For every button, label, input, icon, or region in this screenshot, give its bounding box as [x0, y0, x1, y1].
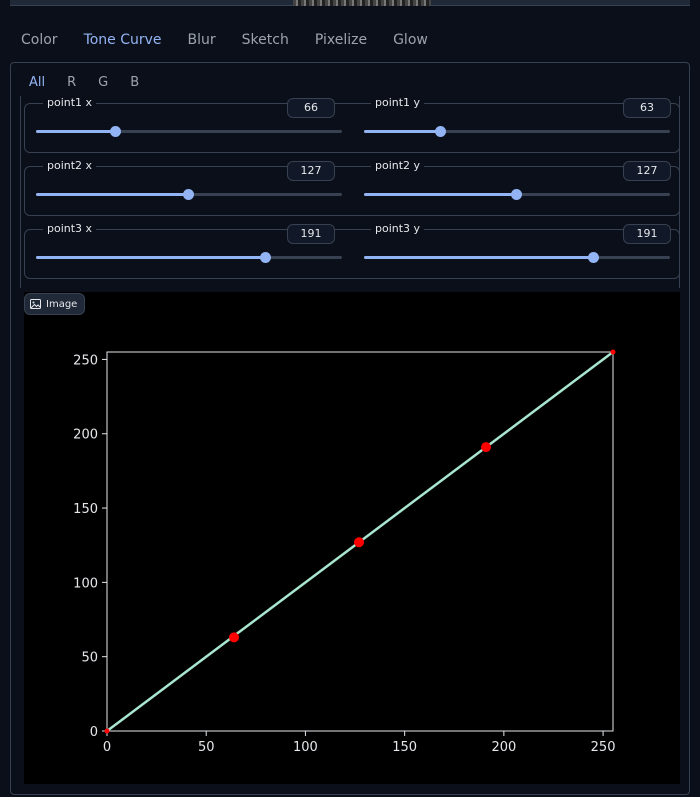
slider-number-input[interactable]: 66 [287, 98, 335, 118]
y-tick-label: 0 [90, 725, 98, 740]
x-tick-label: 100 [293, 740, 318, 755]
y-tick-label: 50 [81, 651, 98, 666]
slider-thumb[interactable] [110, 126, 122, 137]
slider-thumb[interactable] [588, 252, 600, 263]
slider-thumb[interactable] [183, 189, 195, 200]
image-label-badge: Image [24, 293, 86, 315]
slider-label: point1 y [365, 96, 425, 109]
slider-label: point2 y [365, 159, 425, 172]
channel-tab-all[interactable]: All [18, 72, 56, 93]
control-point [481, 442, 492, 453]
slider-track[interactable] [364, 126, 670, 137]
slider-fill [36, 130, 116, 133]
slider-label: point2 x [37, 159, 97, 172]
control-point [354, 537, 365, 548]
x-tick-label: 200 [491, 740, 516, 755]
slider-fill [36, 256, 266, 259]
slider-thumb[interactable] [511, 189, 523, 200]
slider-number-input[interactable]: 191 [287, 224, 335, 244]
slider-fill [364, 130, 440, 133]
slider-label: point1 x [37, 96, 97, 109]
slider-fill [36, 193, 189, 196]
slider-point2-x: point2 x 127 [25, 159, 342, 217]
tab-blur[interactable]: Blur [175, 26, 229, 56]
main-tabs: Color Tone Curve Blur Sketch Pixelize Glow [8, 26, 441, 56]
control-point [104, 728, 110, 734]
slider-number-input[interactable]: 63 [623, 98, 671, 118]
x-tick-label: 150 [392, 740, 417, 755]
tab-sketch[interactable]: Sketch [229, 26, 302, 56]
slider-row-1: point1 x 66 point1 y 63 [24, 96, 680, 154]
channel-tab-g[interactable]: G [87, 72, 119, 93]
tab-tone-curve[interactable]: Tone Curve [71, 26, 175, 56]
slider-track[interactable] [364, 252, 670, 263]
slider-point3-y: point3 y 191 [353, 222, 671, 280]
slider-point1-x: point1 x 66 [25, 96, 342, 154]
slider-thumb[interactable] [260, 252, 272, 263]
slider-point1-y: point1 y 63 [353, 96, 671, 154]
channel-tab-r[interactable]: R [56, 72, 87, 93]
slider-number-input[interactable]: 191 [623, 224, 671, 244]
y-tick-label: 200 [73, 428, 98, 443]
y-tick-label: 150 [73, 502, 98, 517]
slider-thumb[interactable] [434, 126, 446, 137]
slider-track[interactable] [36, 252, 342, 263]
x-tick-label: 250 [591, 740, 616, 755]
tab-glow[interactable]: Glow [380, 26, 441, 56]
slider-fill [364, 193, 517, 196]
slider-point2-y: point2 y 127 [353, 159, 671, 217]
y-tick-label: 100 [73, 576, 98, 591]
y-tick-label: 250 [73, 353, 98, 368]
output-image: 0 50 100 150 200 250 0 50 100 150 200 250 [24, 292, 680, 784]
slider-fill [364, 256, 594, 259]
slider-number-input[interactable]: 127 [287, 161, 335, 181]
slider-label: point3 y [365, 222, 425, 235]
slider-row-3: point3 x 191 point3 y 191 [24, 222, 680, 280]
x-tick-label: 0 [103, 740, 111, 755]
slider-label: point3 x [37, 222, 97, 235]
x-tick-label: 50 [198, 740, 215, 755]
slider-track[interactable] [36, 126, 342, 137]
channel-tabs: All R G B [18, 72, 150, 93]
image-label-text: Image [46, 298, 78, 310]
tone-curve-plot: 0 50 100 150 200 250 0 50 100 150 200 250 [73, 349, 616, 755]
image-icon [30, 299, 41, 309]
image-preview-strip [10, 0, 690, 6]
tab-color[interactable]: Color [8, 26, 71, 56]
preview-thumbnail [293, 0, 431, 6]
slider-track[interactable] [364, 189, 670, 200]
tab-pixelize[interactable]: Pixelize [302, 26, 380, 56]
slider-number-input[interactable]: 127 [623, 161, 671, 181]
slider-track[interactable] [36, 189, 342, 200]
slider-point3-x: point3 x 191 [25, 222, 342, 280]
control-point [228, 632, 239, 643]
control-point [610, 349, 616, 355]
channel-tab-b[interactable]: B [119, 72, 150, 93]
slider-row-2: point2 x 127 point2 y 127 [24, 159, 680, 217]
